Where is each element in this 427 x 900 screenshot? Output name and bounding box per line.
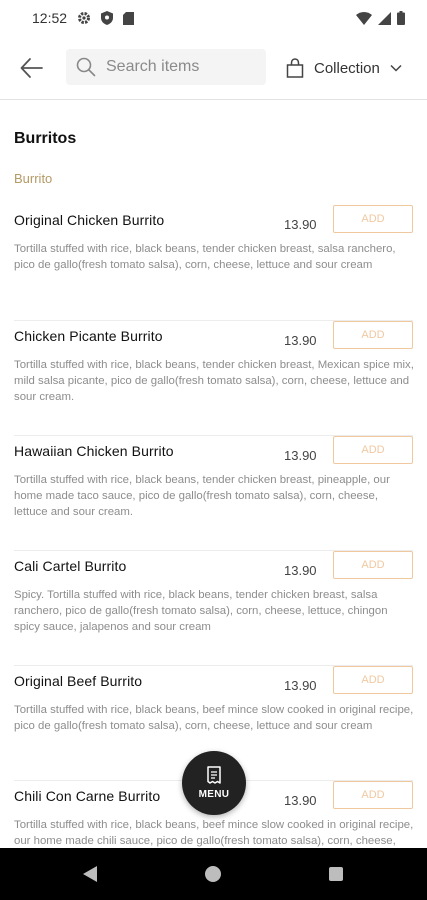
item-description: Tortilla stuffed with rice, black beans,…	[14, 704, 414, 732]
signal-icon	[378, 11, 391, 25]
menu-item[interactable]: Original Chicken Burrito 13.90 ADD Torti…	[0, 204, 427, 319]
menu-item[interactable]: Chicken Picante Burrito 13.90 ADD Tortil…	[0, 320, 427, 435]
item-price: 13.90	[284, 678, 317, 693]
item-description: Tortilla stuffed with rice, black beans,…	[14, 819, 414, 847]
item-description: Tortilla stuffed with rice, black beans,…	[14, 359, 414, 403]
receipt-icon	[207, 766, 221, 784]
collection-label: Collection	[314, 59, 380, 77]
system-navigation-bar	[0, 848, 427, 900]
item-name: Original Chicken Burrito	[14, 212, 165, 228]
item-price: 13.90	[284, 793, 317, 808]
item-price: 13.90	[284, 563, 317, 578]
add-button[interactable]: ADD	[333, 551, 413, 579]
category-title: Burrito	[14, 171, 53, 186]
item-description: Tortilla stuffed with rice, black beans,…	[14, 243, 396, 271]
settings-icon	[77, 11, 91, 25]
item-name: Original Beef Burrito	[14, 673, 143, 689]
add-button[interactable]: ADD	[333, 666, 413, 694]
menu-list[interactable]: Burritos Burrito Original Chicken Burrit…	[0, 100, 427, 848]
app-header: Collection	[0, 36, 427, 100]
add-button[interactable]: ADD	[333, 781, 413, 809]
search-input[interactable]	[104, 57, 258, 77]
item-name: Hawaiian Chicken Burrito	[14, 443, 174, 459]
item-price: 13.90	[284, 448, 317, 463]
arrow-left-icon	[20, 58, 43, 78]
nav-home-icon[interactable]	[205, 866, 221, 882]
battery-icon	[397, 11, 405, 25]
sd-card-icon	[123, 11, 135, 25]
chevron-down-icon	[390, 64, 402, 72]
add-button[interactable]: ADD	[333, 205, 413, 233]
nav-back-icon[interactable]	[82, 865, 98, 883]
search-box[interactable]	[66, 49, 266, 85]
item-name: Chicken Picante Burrito	[14, 328, 163, 344]
add-button[interactable]: ADD	[333, 436, 413, 464]
shopping-bag-icon	[286, 58, 304, 78]
status-time: 12:52	[32, 10, 68, 26]
shield-icon	[101, 11, 114, 25]
item-description: Tortilla stuffed with rice, black beans,…	[14, 474, 390, 518]
back-button[interactable]	[18, 54, 46, 82]
menu-fab-button[interactable]: MENU	[182, 751, 246, 815]
menu-fab-label: MENU	[198, 789, 230, 800]
search-icon	[76, 57, 96, 77]
item-description: Spicy. Tortilla stuffed with rice, black…	[14, 589, 388, 633]
wifi-icon	[356, 11, 372, 25]
item-price: 13.90	[284, 217, 317, 232]
menu-item[interactable]: Cali Cartel Burrito 13.90 ADD Spicy. Tor…	[0, 550, 427, 665]
item-name: Chili Con Carne Burrito	[14, 788, 161, 804]
nav-recents-icon[interactable]	[329, 867, 343, 881]
status-bar: 12:52	[0, 0, 427, 36]
item-price: 13.90	[284, 333, 317, 348]
collection-dropdown[interactable]: Collection	[286, 54, 402, 82]
item-name: Cali Cartel Burrito	[14, 558, 127, 574]
section-title: Burritos	[14, 130, 77, 147]
menu-item[interactable]: Hawaiian Chicken Burrito 13.90 ADD Torti…	[0, 435, 427, 550]
add-button[interactable]: ADD	[333, 321, 413, 349]
